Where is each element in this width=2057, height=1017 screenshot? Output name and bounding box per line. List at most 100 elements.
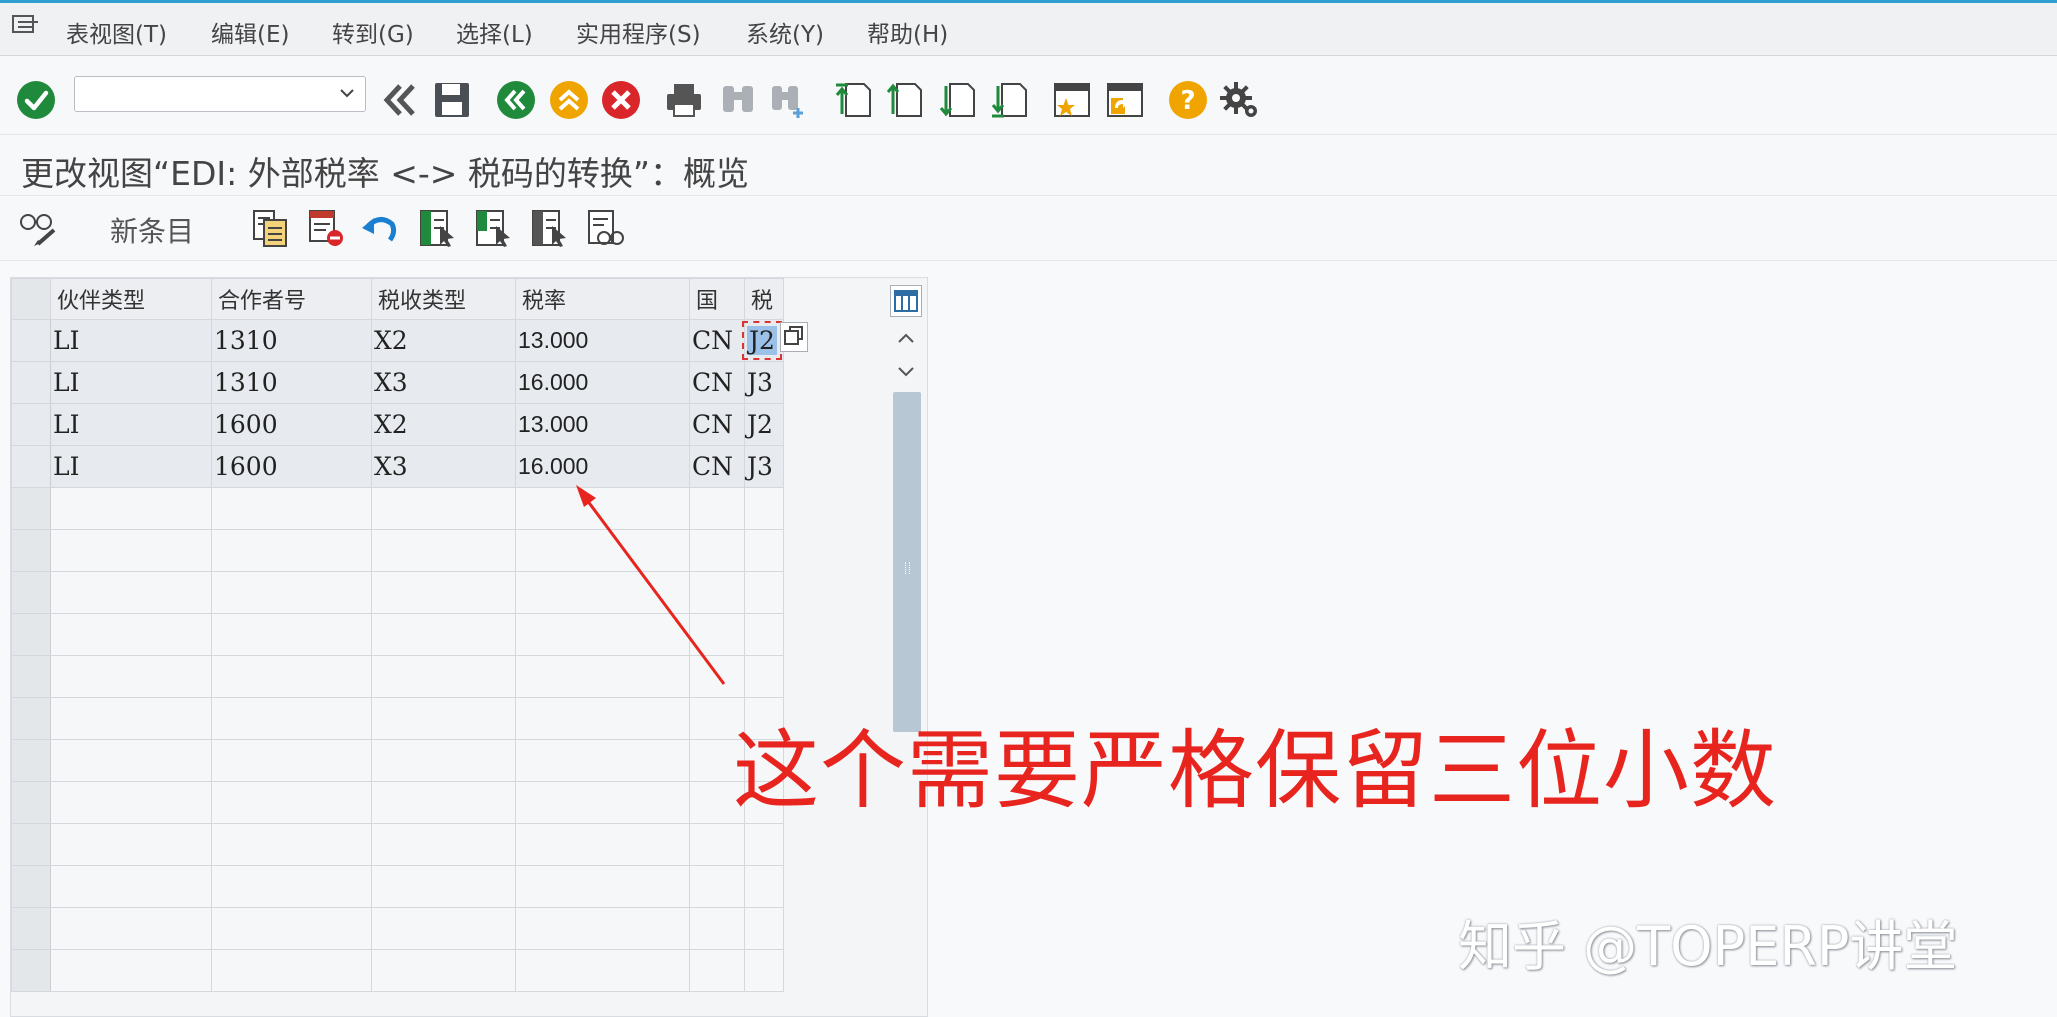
cell-empty[interactable] <box>50 949 212 992</box>
select-block-icon[interactable] <box>474 208 514 248</box>
cell-empty[interactable] <box>371 487 516 530</box>
cell-empty[interactable] <box>211 949 372 992</box>
print-icon[interactable] <box>664 80 704 120</box>
first-page-icon[interactable] <box>834 80 874 120</box>
cell-empty[interactable] <box>371 781 516 824</box>
row-selector[interactable] <box>11 823 51 866</box>
row-selector[interactable] <box>11 403 51 446</box>
vertical-scrollbar[interactable] <box>893 392 921 732</box>
column-header-partner-type[interactable]: 伙伴类型 <box>50 278 212 320</box>
scrollbar-grip[interactable] <box>905 562 910 574</box>
row-selector[interactable] <box>11 319 51 362</box>
cell-tax-rate[interactable]: 13.000 <box>515 319 690 362</box>
row-selector[interactable] <box>11 697 51 740</box>
cell-partner-number[interactable]: 1600 <box>211 445 372 488</box>
row-selector[interactable] <box>11 781 51 824</box>
cell-empty[interactable] <box>515 865 690 908</box>
cell-empty[interactable] <box>211 907 372 950</box>
menu-help[interactable]: 帮助(H) <box>867 15 948 49</box>
cell-tax-rate[interactable]: 16.000 <box>515 361 690 404</box>
window-menu-icon[interactable] <box>12 15 40 35</box>
row-selector[interactable] <box>11 445 51 488</box>
cell-tax-type[interactable]: X3 <box>371 445 516 488</box>
cell-empty[interactable] <box>50 613 212 656</box>
help-icon[interactable]: ? <box>1168 80 1208 120</box>
cell-empty[interactable] <box>689 907 745 950</box>
cell-empty[interactable] <box>371 949 516 992</box>
row-selector[interactable] <box>11 571 51 614</box>
select-all-icon[interactable] <box>418 208 458 248</box>
menu-system[interactable]: 系统(Y) <box>746 15 824 49</box>
scroll-up-icon[interactable] <box>890 324 922 354</box>
cell-empty[interactable] <box>50 571 212 614</box>
cell-empty[interactable] <box>744 949 784 992</box>
row-selector[interactable] <box>11 529 51 572</box>
cell-empty[interactable] <box>515 697 690 740</box>
row-selector[interactable] <box>11 949 51 992</box>
column-header-tax-rate[interactable]: 税率 <box>515 278 690 320</box>
scroll-down-icon[interactable] <box>890 356 922 386</box>
cell-partner-type[interactable]: LI <box>50 403 212 446</box>
shortcut-icon[interactable] <box>1105 80 1145 120</box>
cell-partner-number[interactable]: 1310 <box>211 361 372 404</box>
exit-icon[interactable] <box>549 80 589 120</box>
cell-empty[interactable] <box>211 781 372 824</box>
previous-page-icon[interactable] <box>885 80 925 120</box>
cell-tax-type[interactable]: X2 <box>371 403 516 446</box>
cell-empty[interactable] <box>50 739 212 782</box>
cell-empty[interactable] <box>744 529 784 572</box>
delete-icon[interactable] <box>306 208 346 248</box>
cell-empty[interactable] <box>211 655 372 698</box>
cell-empty[interactable] <box>744 487 784 530</box>
column-header-tax-type[interactable]: 税收类型 <box>371 278 516 320</box>
column-header-tax-code[interactable]: 税 <box>744 278 784 320</box>
row-selector[interactable] <box>11 739 51 782</box>
cell-empty[interactable] <box>371 697 516 740</box>
cell-empty[interactable] <box>211 865 372 908</box>
cell-empty[interactable] <box>689 949 745 992</box>
cell-tax-rate[interactable]: 13.000 <box>515 403 690 446</box>
cell-empty[interactable] <box>371 529 516 572</box>
cell-partner-type[interactable]: LI <box>50 445 212 488</box>
cell-partner-type[interactable]: LI <box>50 361 212 404</box>
menu-edit[interactable]: 编辑(E) <box>211 15 289 49</box>
cell-empty[interactable] <box>50 907 212 950</box>
cell-empty[interactable] <box>371 907 516 950</box>
command-field[interactable] <box>74 76 366 112</box>
cell-empty[interactable] <box>211 697 372 740</box>
cell-empty[interactable] <box>211 613 372 656</box>
menu-selection[interactable]: 选择(L) <box>456 15 533 49</box>
cell-empty[interactable] <box>371 655 516 698</box>
row-selector[interactable] <box>11 865 51 908</box>
cell-empty[interactable] <box>744 655 784 698</box>
cell-empty[interactable] <box>371 571 516 614</box>
menu-table-view[interactable]: 表视图(T) <box>66 15 167 49</box>
cell-partner-type[interactable]: LI <box>50 319 212 362</box>
value-help-button[interactable] <box>780 322 808 352</box>
row-selector[interactable] <box>11 361 51 404</box>
cell-empty[interactable] <box>50 487 212 530</box>
menu-goto[interactable]: 转到(G) <box>332 15 414 49</box>
settings-gear-icon[interactable] <box>1220 80 1260 120</box>
cell-empty[interactable] <box>50 865 212 908</box>
deselect-all-icon[interactable] <box>530 208 570 248</box>
cell-empty[interactable] <box>211 823 372 866</box>
back-double-icon[interactable] <box>380 80 420 120</box>
cell-empty[interactable] <box>211 529 372 572</box>
cell-empty[interactable] <box>515 907 690 950</box>
copy-as-icon[interactable] <box>250 208 290 248</box>
cell-empty[interactable] <box>371 823 516 866</box>
cell-empty[interactable] <box>515 823 690 866</box>
undo-icon[interactable] <box>360 208 400 248</box>
enter-check-icon[interactable] <box>16 80 56 120</box>
cell-country[interactable]: CN <box>689 319 745 362</box>
cell-empty[interactable] <box>744 613 784 656</box>
cell-empty[interactable] <box>744 571 784 614</box>
cell-empty[interactable] <box>371 865 516 908</box>
cell-empty[interactable] <box>50 529 212 572</box>
cell-tax-code[interactable]: J3 <box>744 361 784 404</box>
cell-empty[interactable] <box>50 781 212 824</box>
column-header-partner-number[interactable]: 合作者号 <box>211 278 372 320</box>
cell-empty[interactable] <box>689 823 745 866</box>
cell-partner-number[interactable]: 1310 <box>211 319 372 362</box>
